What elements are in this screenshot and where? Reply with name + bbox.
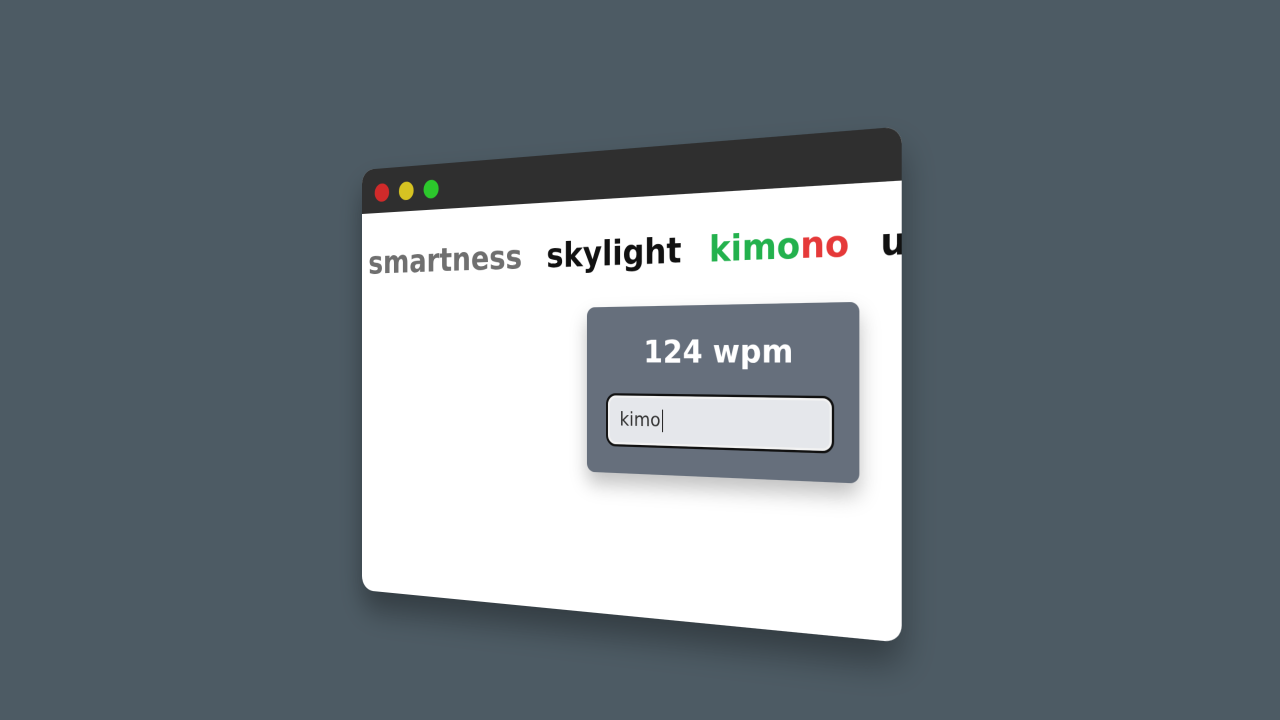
maximize-button[interactable] bbox=[423, 179, 439, 199]
wpm-display: 124 wpm bbox=[643, 331, 794, 371]
current-word-correct: kimo bbox=[709, 224, 801, 271]
window-frame: smartness skylight kimono unknotted liab… bbox=[362, 126, 902, 643]
upcoming-word: unknotted bbox=[880, 209, 902, 265]
current-word: kimono bbox=[709, 222, 849, 270]
word-strip: smartness skylight kimono unknotted liab… bbox=[368, 210, 901, 282]
text-caret bbox=[661, 409, 663, 433]
close-button[interactable] bbox=[374, 182, 390, 203]
minimize-button[interactable] bbox=[398, 181, 414, 201]
typing-card: 124 wpm kimo bbox=[586, 301, 860, 484]
typing-input[interactable]: kimo bbox=[606, 393, 835, 454]
title-bar bbox=[362, 126, 902, 214]
current-word-remaining: no bbox=[800, 222, 850, 268]
app-window: smartness skylight kimono unknotted liab… bbox=[362, 126, 902, 643]
completed-word: skylight bbox=[546, 230, 682, 276]
typing-input-value: kimo bbox=[619, 408, 661, 433]
stage: smartness skylight kimono unknotted liab… bbox=[0, 0, 1280, 720]
completed-word: smartness bbox=[368, 238, 523, 282]
